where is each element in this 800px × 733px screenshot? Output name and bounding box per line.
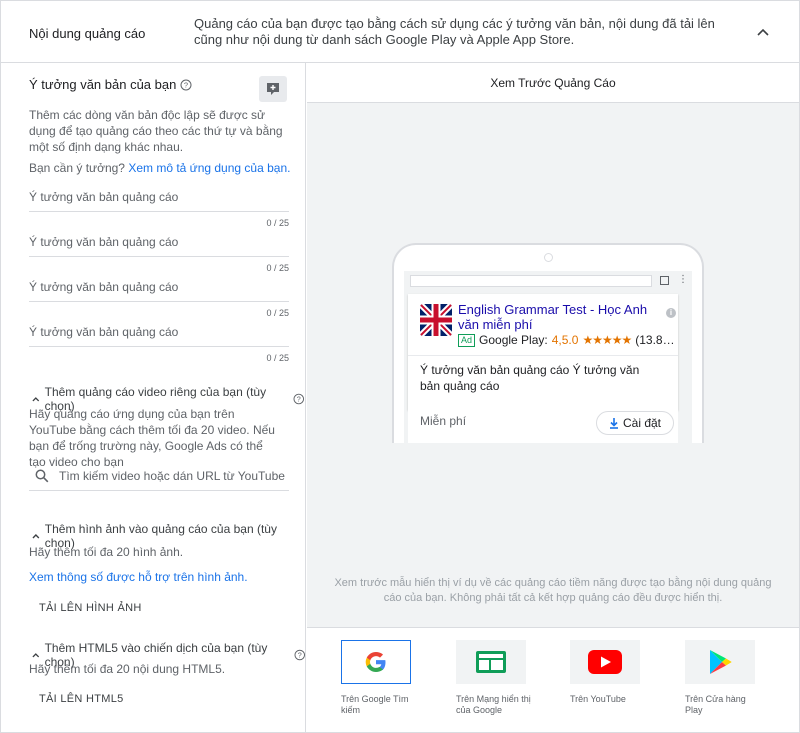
need-ideas-line: Bạn cần ý tưởng? Xem mô tả ứng dụng của … (29, 161, 291, 175)
chevron-up-icon (32, 397, 40, 402)
svg-text:?: ? (297, 394, 301, 403)
rating-value: 4,5.0 (551, 333, 579, 347)
upload-images-button[interactable]: TẢI LÊN HÌNH ẢNH (39, 602, 142, 614)
download-icon (609, 417, 618, 429)
ad-body-text: Ý tưởng văn bản quảng cáo Ý tưởng văn bả… (420, 363, 640, 393)
ad-preview-panel: Xem Trước Quảng Cáo ⋮ English Grammar Te… (307, 63, 799, 732)
char-counter: 0 / 25 (266, 263, 289, 273)
upload-html5-button[interactable]: TẢI LÊN HTML5 (39, 693, 124, 705)
tabs-icon (660, 276, 669, 285)
images-description: Hãy thêm tối đa 20 hình ảnh. (29, 545, 184, 559)
chevron-up-icon[interactable] (755, 25, 771, 41)
ad-meta-line: Ad Google Play: 4,5.0 ★★★★★ (13.8… (458, 333, 673, 347)
ad-card[interactable]: English Grammar Test - Học Anh văn miễn … (408, 294, 678, 410)
price-label: Miễn phí (420, 414, 467, 428)
placement-google-search[interactable]: Trên Google Tìm kiếm (341, 640, 413, 716)
store-name: Google Play: (479, 333, 548, 347)
install-button[interactable]: Cài đặt (596, 411, 674, 435)
chevron-up-icon (32, 534, 40, 539)
ad-badge: Ad (458, 333, 476, 347)
placement-display-network[interactable]: Trên Mạng hiển thị của Google (456, 640, 531, 716)
google-play-icon (710, 650, 732, 674)
svg-text:?: ? (297, 651, 301, 659)
text-idea-field-3[interactable]: Ý tưởng văn bản quảng cáo 0 / 25 (29, 280, 289, 318)
help-icon[interactable]: ? (180, 79, 192, 91)
content-panel: Nội dung quảng cáo Quảng cáo của bạn đượ… (0, 0, 800, 733)
google-g-icon (365, 652, 386, 672)
chevron-up-icon (32, 653, 40, 658)
svg-text:?: ? (184, 80, 188, 89)
add-text-idea-button[interactable] (259, 76, 287, 102)
placement-selector: Trên Google Tìm kiếm Trên Mạng hiển thị … (307, 627, 799, 732)
section-title: Nội dung quảng cáo (29, 26, 146, 41)
search-icon (35, 469, 49, 482)
html5-description: Hãy thêm tối đa 20 nội dung HTML5. (29, 662, 226, 676)
text-ideas-description: Thêm các dòng văn bản độc lập sẽ được sử… (29, 108, 283, 154)
placement-youtube[interactable]: Trên YouTube (570, 640, 642, 705)
add-comment-icon (267, 83, 279, 95)
char-counter: 0 / 25 (266, 353, 289, 363)
preview-title: Xem Trước Quảng Cáo (307, 63, 799, 103)
help-icon[interactable]: ? (293, 393, 305, 405)
assets-column: Ý tưởng văn bản của bạn ? Thêm các dòng … (1, 63, 306, 732)
placement-label: Trên Google Tìm kiếm (341, 694, 409, 715)
placement-play-store[interactable]: Trên Cửa hàng Play (685, 640, 757, 716)
section-header[interactable]: Nội dung quảng cáo Quảng cáo của bạn đượ… (1, 1, 799, 63)
char-counter: 0 / 25 (266, 308, 289, 318)
section-description: Quảng cáo của bạn được tạo bằng cách sử … (194, 16, 715, 47)
youtube-icon (588, 650, 622, 674)
placement-label: Trên YouTube (570, 694, 626, 704)
see-app-description-link[interactable]: Xem mô tả ứng dụng của bạn. (128, 161, 290, 175)
phone-screen: ⋮ English Grammar Test - Học Anh văn miễ… (404, 271, 692, 443)
text-idea-field-1[interactable]: Ý tưởng văn bản quảng cáo 0 / 25 (29, 190, 289, 228)
placement-label: Trên Mạng hiển thị của Google (456, 694, 531, 715)
preview-disclaimer: Xem trước mẫu hiển thị ví dụ về các quản… (334, 577, 772, 604)
browser-url-bar (410, 275, 652, 287)
camera-icon (544, 253, 553, 262)
app-icon (420, 304, 452, 336)
display-network-icon (476, 651, 506, 673)
more-vert-icon: ⋮ (678, 274, 688, 285)
ad-app-title[interactable]: English Grammar Test - Học Anh văn miễn … (458, 302, 658, 332)
review-count: (13.8… (635, 333, 673, 347)
text-ideas-heading: Ý tưởng văn bản của bạn ? (29, 77, 192, 92)
phone-mockup: ⋮ English Grammar Test - Học Anh văn miễ… (392, 243, 704, 443)
help-icon[interactable]: ? (293, 649, 305, 661)
star-rating-icon: ★★★★★ (582, 333, 632, 347)
placement-label: Trên Cửa hàng Play (685, 694, 746, 715)
char-counter: 0 / 25 (266, 218, 289, 228)
info-icon[interactable]: i (666, 308, 676, 318)
text-idea-field-4[interactable]: Ý tưởng văn bản quảng cáo 0 / 25 (29, 325, 289, 363)
text-idea-field-2[interactable]: Ý tưởng văn bản quảng cáo 0 / 25 (29, 235, 289, 273)
youtube-search-input[interactable]: Tìm kiếm video hoặc dán URL từ YouTube (29, 461, 289, 491)
image-specs-link[interactable]: Xem thông số được hỗ trợ trên hình ảnh. (29, 570, 248, 584)
